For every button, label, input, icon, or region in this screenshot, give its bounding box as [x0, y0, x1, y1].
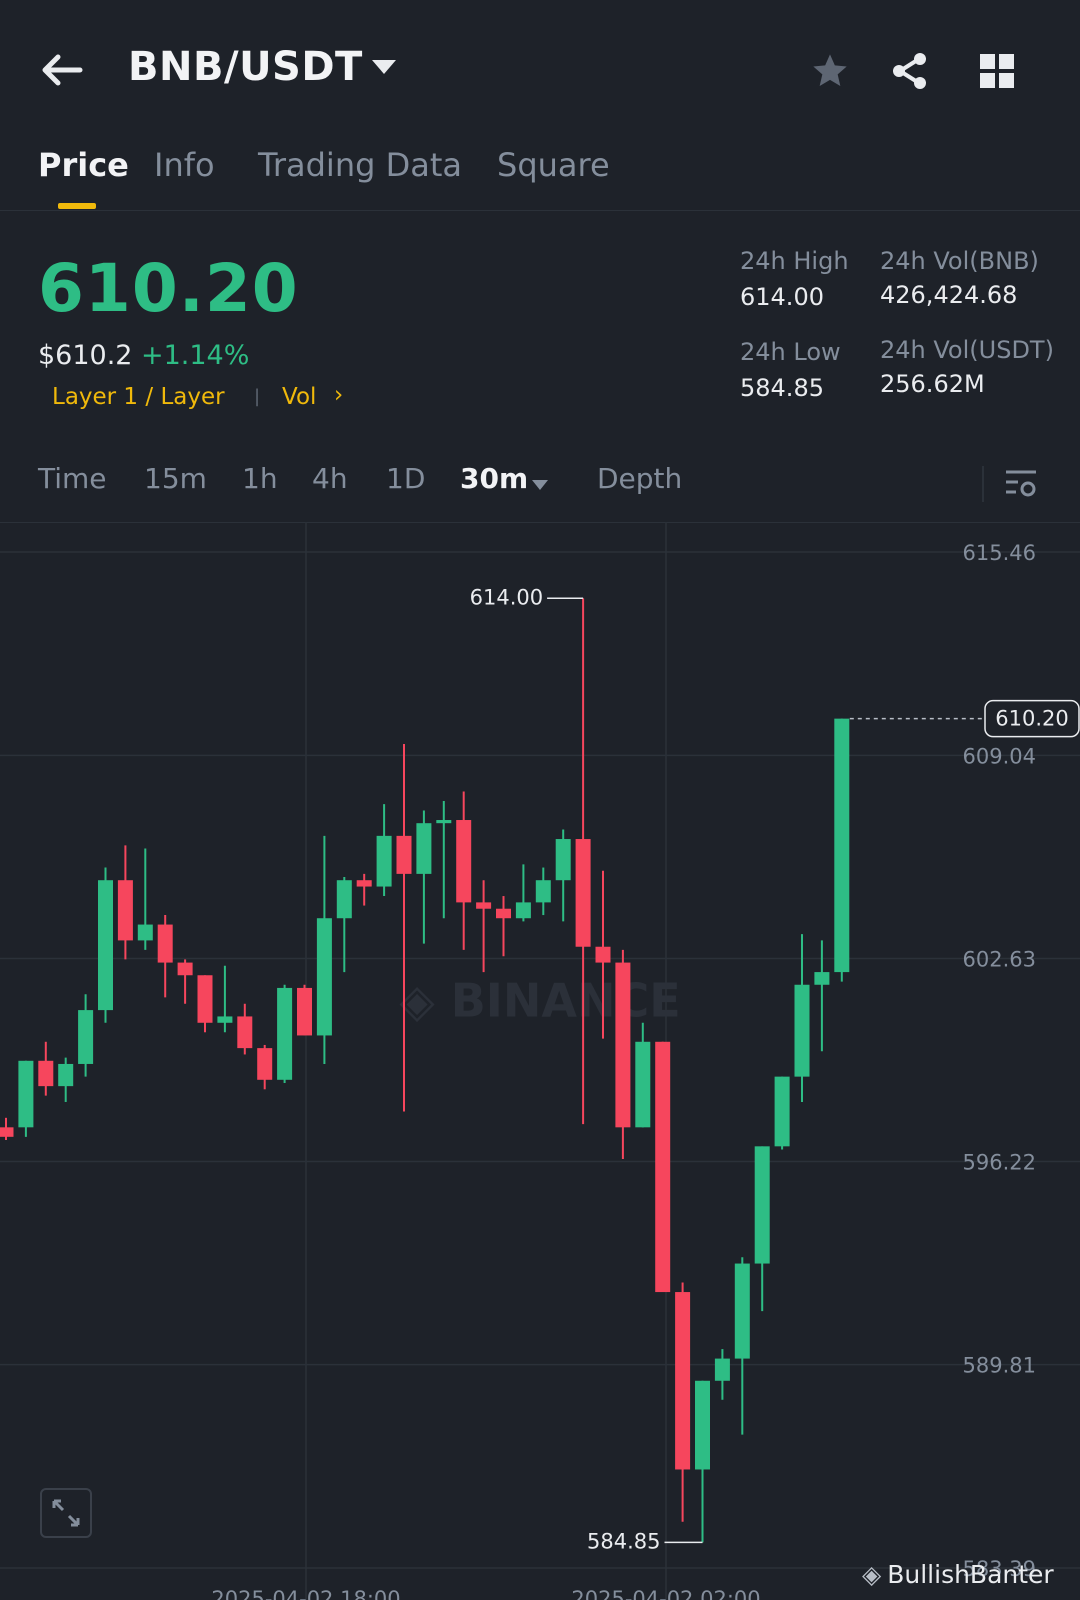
interval-time[interactable]: Time [38, 462, 107, 495]
y-tick-label: 609.04 [963, 744, 1036, 768]
candle-body [58, 1063, 74, 1087]
tab-info[interactable]: Info [154, 146, 215, 184]
candle-body [336, 880, 352, 919]
candle-body [117, 880, 133, 941]
candle-body [535, 880, 551, 903]
candle-body [98, 880, 113, 1011]
high-label: 24h High [740, 247, 849, 275]
candle-body [774, 1076, 790, 1147]
candle-body [297, 987, 312, 1036]
grid-icon[interactable] [974, 48, 1020, 94]
candle-body [197, 975, 213, 1023]
candle-body [137, 924, 153, 941]
interval-1h[interactable]: 1h [242, 462, 278, 495]
vol-tag-link[interactable]: Vol [282, 384, 316, 410]
candle-body [635, 1041, 651, 1128]
candle-body [316, 918, 332, 1036]
current-price-label: 610.20 [995, 707, 1068, 731]
candle-body [714, 1358, 730, 1381]
candle-body [695, 1380, 710, 1470]
last-price: 610.20 [38, 250, 299, 327]
caret-down-icon[interactable] [372, 60, 396, 74]
candle-body [217, 1016, 233, 1023]
candle-body [376, 835, 392, 887]
candle-body [78, 1010, 94, 1064]
low-value: 584.85 [740, 374, 824, 402]
interval-caret-down-icon[interactable] [532, 480, 548, 490]
candle-body [555, 839, 571, 881]
candlestick-chart[interactable]: 615.46609.04602.63596.22589.81583.392025… [0, 522, 1080, 1600]
candle-body [416, 823, 432, 874]
interval-4h[interactable]: 4h [312, 462, 348, 495]
low-marker-label: 584.85 [587, 1529, 660, 1553]
x-tick-label: 2025-04-02 18:00 [211, 1587, 400, 1600]
candle-body [734, 1263, 750, 1359]
candle-body [237, 1016, 253, 1049]
candle-body [396, 835, 412, 874]
fullscreen-icon[interactable] [40, 1488, 92, 1538]
candle-body [814, 972, 830, 985]
candle-body [436, 820, 452, 824]
candle-body [356, 880, 372, 887]
low-label: 24h Low [740, 338, 841, 366]
share-icon[interactable] [886, 48, 934, 94]
x-tick-label: 2025-04-02 02:00 [571, 1587, 760, 1600]
back-arrow-icon[interactable] [36, 48, 88, 92]
vol-base-label: 24h Vol(BNB) [880, 247, 1039, 275]
tag-separator: | [254, 386, 261, 407]
candle-body [496, 908, 511, 919]
candle-body [456, 820, 472, 903]
candle-body [257, 1048, 273, 1080]
candle-body [615, 962, 631, 1128]
watermark-logo-icon: ◈ [862, 1560, 882, 1589]
candle-body [277, 987, 293, 1080]
star-icon[interactable] [806, 48, 854, 94]
interval-depth[interactable]: Depth [597, 462, 682, 495]
chevron-right-icon[interactable]: › [334, 382, 343, 408]
vol-quote-value: 256.62M [880, 370, 985, 398]
tab-square[interactable]: Square [497, 146, 610, 184]
candle-body [177, 962, 193, 976]
tab-price[interactable]: Price [38, 146, 129, 184]
vol-quote-label: 24h Vol(USDT) [880, 336, 1054, 364]
y-tick-label: 602.63 [963, 947, 1036, 971]
pair-title[interactable]: BNB/USDT [128, 44, 363, 90]
tab-bar: Price Info Trading Data Square [0, 140, 1080, 211]
candle-body [157, 924, 173, 963]
interval-1d[interactable]: 1D [386, 462, 425, 495]
candle-body [655, 1041, 671, 1293]
price-change-percent: +1.14% [141, 340, 250, 371]
footer-watermark: ◈ BullishBanter [862, 1560, 1054, 1589]
candle-body [575, 839, 591, 947]
top-bar: BNB/USDT [0, 0, 1080, 140]
candle-body [834, 718, 850, 973]
category-tag-link[interactable]: Layer 1 / Layer [52, 384, 225, 410]
candle-body [675, 1292, 691, 1470]
chart-settings-icon[interactable] [1002, 466, 1040, 502]
candle-body [515, 902, 531, 919]
candle-body [794, 984, 810, 1077]
binance-watermark: ◈ BINANCE [399, 973, 680, 1027]
y-tick-label: 596.22 [963, 1151, 1036, 1175]
candle-body [476, 902, 492, 909]
interval-15m[interactable]: 15m [144, 462, 207, 495]
candle-body [18, 1060, 34, 1128]
candle-body [38, 1060, 54, 1087]
candle-body [0, 1127, 14, 1137]
vol-base-value: 426,424.68 [880, 281, 1018, 309]
active-tab-indicator [58, 203, 96, 209]
high-marker-label: 614.00 [470, 585, 543, 609]
tab-trading-data[interactable]: Trading Data [258, 146, 462, 184]
y-tick-label: 589.81 [963, 1354, 1036, 1378]
interval-30m[interactable]: 30m [460, 462, 528, 495]
y-tick-label: 615.46 [963, 541, 1036, 565]
candle-body [595, 946, 611, 963]
candle-body [754, 1146, 770, 1264]
interval-divider [982, 466, 984, 502]
watermark-text: BullishBanter [887, 1560, 1054, 1589]
usd-price: $610.2 [38, 340, 133, 371]
high-value: 614.00 [740, 283, 824, 311]
